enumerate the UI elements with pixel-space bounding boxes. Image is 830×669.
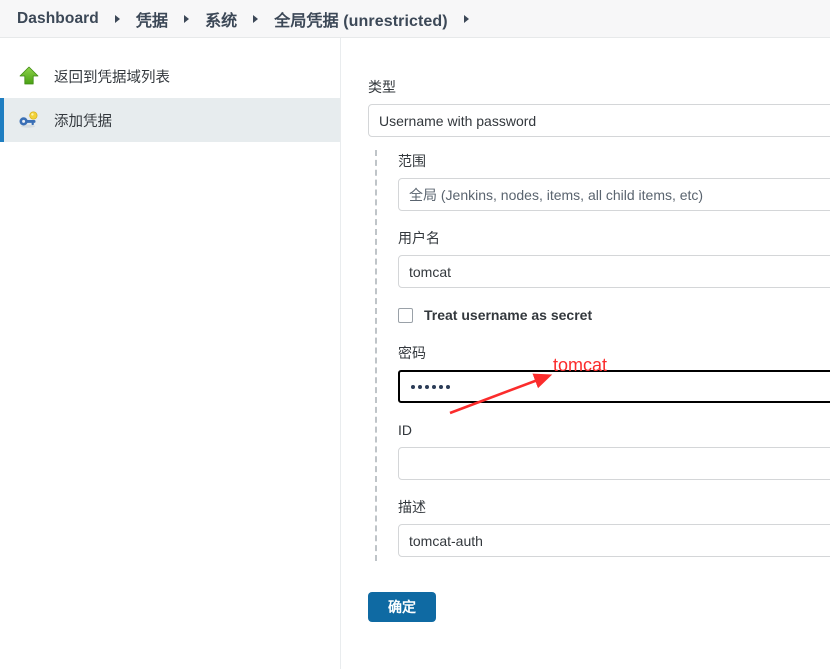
type-select[interactable]: Username with password: [368, 104, 830, 137]
scope-select[interactable]: 全局 (Jenkins, nodes, items, all child ite…: [398, 178, 830, 211]
chevron-right-icon: [114, 14, 120, 23]
sidebar-item-label: 返回到凭据域列表: [54, 69, 170, 86]
sidebar-item-back-to-domain-list[interactable]: 返回到凭据域列表: [0, 54, 340, 98]
breadcrumb-item-system[interactable]: 系统: [205, 7, 237, 31]
id-field: ID: [398, 422, 830, 480]
description-label: 描述: [398, 499, 426, 515]
scope-label: 范围: [398, 153, 426, 169]
scope-field: 范围 全局 (Jenkins, nodes, items, all child …: [398, 153, 830, 211]
type-field: 类型 Username with password: [368, 79, 830, 137]
sidebar-item-add-credential[interactable]: 添加凭据: [0, 98, 340, 142]
annotation-label: tomcat: [553, 355, 608, 375]
password-input[interactable]: [398, 370, 830, 403]
sidebar-item-label: 添加凭据: [54, 113, 112, 130]
password-field: 密码: [398, 345, 830, 403]
breadcrumb-item-credentials[interactable]: 凭据: [136, 7, 168, 31]
submit-button[interactable]: 确定: [368, 592, 436, 622]
breadcrumb-item-global-credentials[interactable]: 全局凭据 (unrestricted): [274, 7, 447, 31]
breadcrumb-item-dashboard[interactable]: Dashboard: [17, 10, 99, 28]
description-input[interactable]: tomcat-auth: [398, 524, 830, 557]
treat-username-as-secret-checkbox[interactable]: [398, 307, 413, 323]
treat-username-as-secret-label: Treat username as secret: [424, 307, 593, 323]
id-label: ID: [398, 422, 412, 438]
sidebar: 返回到凭据域列表 添加凭据: [0, 38, 341, 669]
username-field: 用户名 tomcat: [398, 230, 830, 288]
chevron-right-icon: [184, 14, 190, 23]
type-label: 类型: [368, 79, 396, 95]
chevron-right-icon[interactable]: [463, 14, 469, 23]
treat-username-as-secret-row[interactable]: Treat username as secret: [398, 307, 830, 323]
id-input[interactable]: [398, 447, 830, 480]
username-label: 用户名: [398, 230, 440, 246]
chevron-right-icon: [253, 14, 259, 23]
description-field: 描述 tomcat-auth: [398, 499, 830, 557]
key-icon: [18, 109, 40, 131]
password-label: 密码: [398, 345, 426, 361]
up-arrow-icon: [18, 65, 40, 87]
username-input[interactable]: tomcat: [398, 255, 830, 288]
breadcrumb-bar: Dashboard 凭据 系统 全局凭据 (unrestricted): [0, 0, 830, 38]
password-mask: [411, 384, 450, 389]
credential-form: 类型 Username with password 范围 全局 (Jenkins…: [341, 38, 830, 669]
form-actions: 确定: [368, 592, 830, 622]
